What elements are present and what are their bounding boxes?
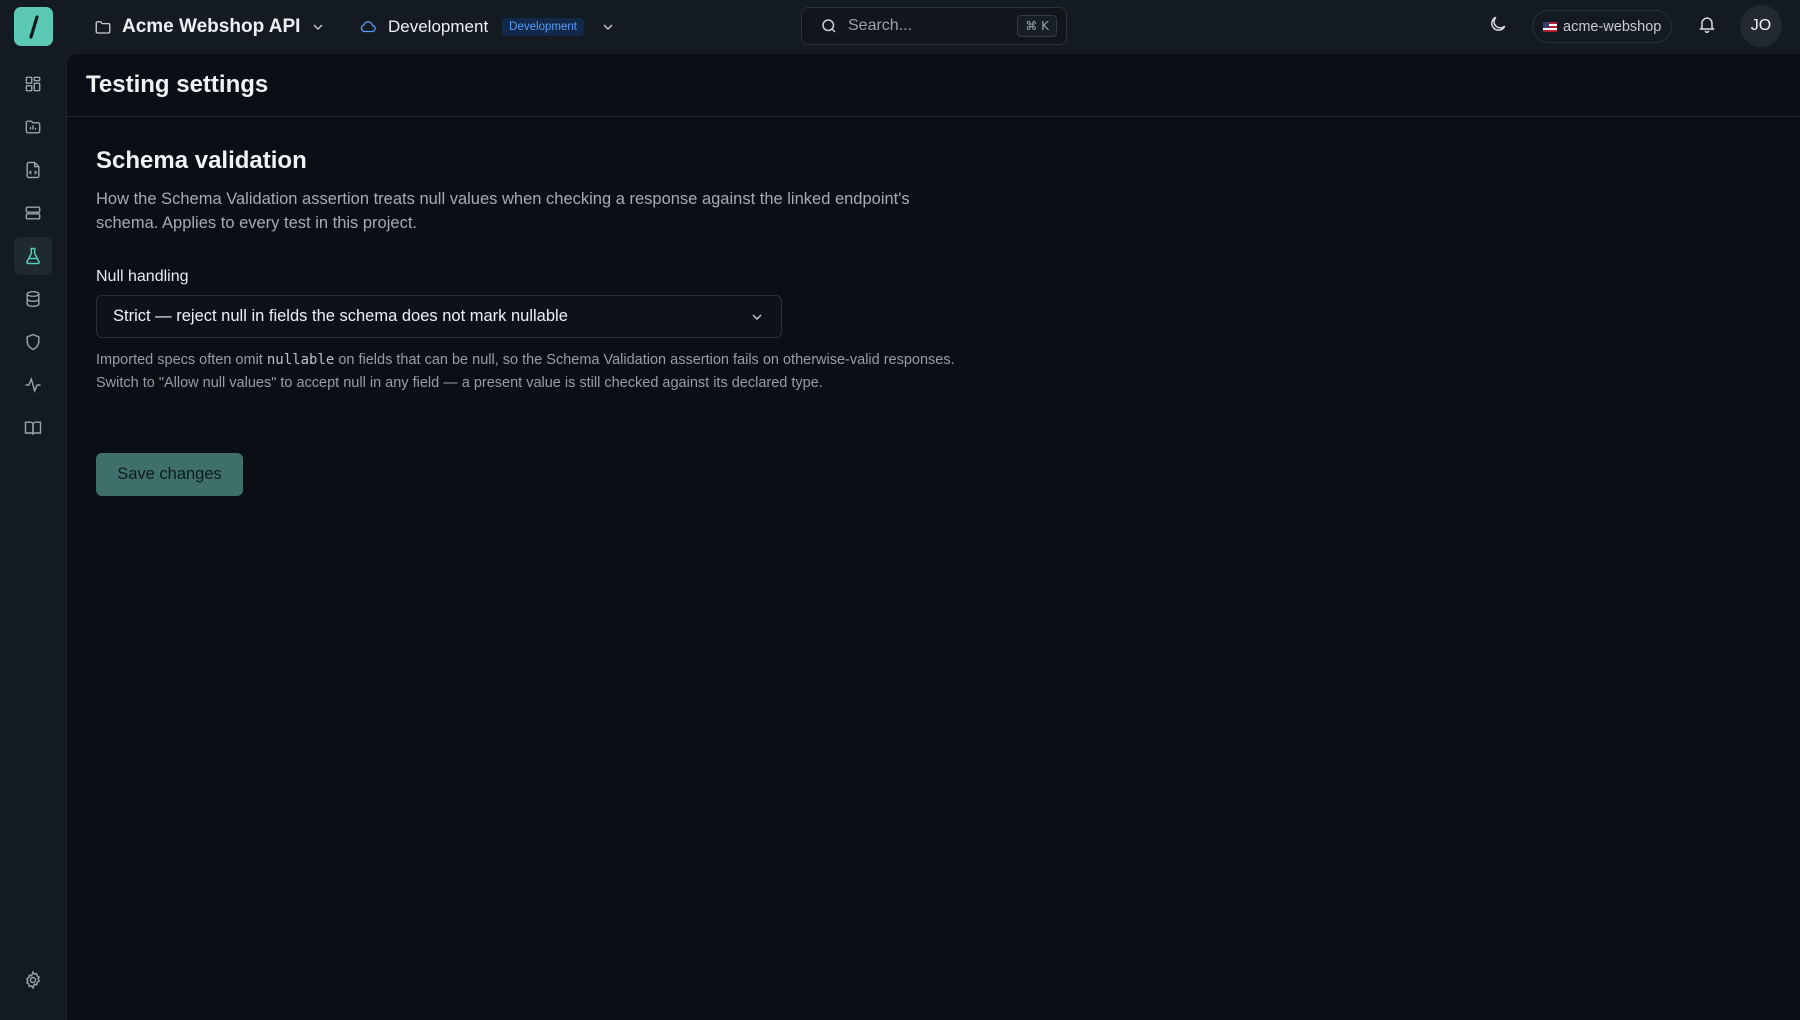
- workspace-switcher[interactable]: acme-webshop: [1532, 10, 1673, 43]
- section-description: How the Schema Validation assertion trea…: [96, 190, 910, 232]
- environment-name: Development: [388, 17, 489, 36]
- theme-toggle-button[interactable]: [1488, 14, 1512, 38]
- notifications-button[interactable]: [1697, 14, 1721, 38]
- sidebar-item-database[interactable]: [14, 280, 52, 318]
- project-switcher[interactable]: Acme Webshop API: [94, 12, 326, 42]
- null-handling-label: Null handling: [96, 268, 189, 285]
- help-code-nullable: nullable: [266, 352, 335, 368]
- chevron-down-icon: [603, 24, 613, 30]
- database-icon: [26, 290, 40, 308]
- moon-icon: [1491, 16, 1506, 31]
- project-name: Acme Webshop API: [122, 16, 301, 37]
- sidebar-item-api-spec[interactable]: [14, 151, 52, 189]
- app-logo[interactable]: [14, 7, 53, 46]
- environment-badge: Development: [502, 18, 584, 36]
- us-flag-icon: [1543, 21, 1557, 32]
- testing-flask-icon: [26, 247, 40, 265]
- sidebar-item-monitoring[interactable]: [14, 366, 52, 404]
- main-panel: Testing settings Schema validation How t…: [66, 54, 1800, 1020]
- sidebar-item-settings[interactable]: [14, 961, 52, 999]
- sidebar-item-reports[interactable]: [14, 108, 52, 146]
- null-handling-help-text: Imported specs often omit nullable on fi…: [96, 349, 956, 395]
- page-title: Testing settings: [86, 71, 269, 98]
- schema-validation-section: Schema validation How the Schema Validat…: [96, 147, 956, 496]
- activity-icon: [25, 377, 41, 393]
- sidebar-item-security[interactable]: [14, 323, 52, 361]
- search-icon: [822, 19, 836, 33]
- top-bar: Acme Webshop API Development Development…: [0, 0, 1800, 54]
- sidebar-item-docs[interactable]: [14, 409, 52, 447]
- workspace-name: acme-webshop: [1563, 18, 1662, 35]
- app-window: Acme Webshop API Development Development…: [0, 0, 1800, 1020]
- null-handling-selected-value: Strict — reject null in fields the schem…: [113, 307, 568, 325]
- sidebar: [0, 54, 66, 1020]
- sidebar-item-endpoints[interactable]: [14, 194, 52, 232]
- page-header: Testing settings: [67, 54, 1800, 117]
- shield-icon: [26, 333, 40, 351]
- sidebar-item-dashboard[interactable]: [14, 65, 52, 103]
- search-input[interactable]: Search... ⌘ K: [801, 7, 1067, 45]
- save-changes-button[interactable]: Save changes: [96, 453, 243, 496]
- logo-slash-icon: [28, 14, 39, 39]
- folder-icon: [95, 21, 111, 34]
- docs-book-icon: [24, 421, 42, 435]
- user-avatar[interactable]: JO: [1740, 5, 1782, 47]
- dashboard-icon: [25, 76, 41, 92]
- null-handling-select[interactable]: Strict — reject null in fields the schem…: [96, 295, 782, 338]
- gear-icon: [25, 970, 41, 990]
- chevron-down-icon: [752, 314, 762, 320]
- search-shortcut: ⌘ K: [1017, 15, 1057, 37]
- cloud-icon: [360, 21, 376, 33]
- environment-switcher[interactable]: Development Development: [358, 12, 616, 42]
- endpoints-icon: [25, 206, 41, 220]
- search-placeholder: Search...: [848, 17, 913, 34]
- section-title: Schema validation: [96, 147, 307, 174]
- api-spec-icon: [26, 161, 40, 179]
- bell-icon: [1699, 17, 1715, 34]
- help-text-before: Imported specs often omit: [96, 352, 267, 368]
- sidebar-item-testing[interactable]: [14, 237, 52, 275]
- chevron-down-icon: [313, 24, 323, 30]
- reports-icon: [25, 120, 41, 134]
